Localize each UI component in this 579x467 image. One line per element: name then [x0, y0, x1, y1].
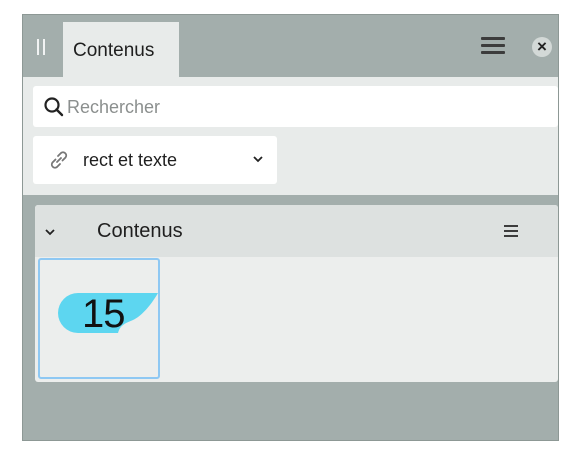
- tab-contenus[interactable]: Contenus: [63, 22, 179, 78]
- search-input[interactable]: Rechercher: [33, 86, 558, 127]
- link-icon: [50, 151, 68, 169]
- close-icon[interactable]: ×: [532, 37, 552, 57]
- contents-panel: Contenus × Rechercher rect et texte Cont…: [22, 14, 559, 441]
- section-header[interactable]: Contenus: [35, 205, 558, 257]
- section-title: Contenus: [97, 220, 183, 242]
- panel-controls: Rechercher rect et texte: [23, 77, 558, 195]
- list-menu-icon[interactable]: [504, 225, 518, 237]
- menu-icon[interactable]: [481, 37, 505, 55]
- select-value: rect et texte: [83, 150, 178, 170]
- panel-titlebar: Contenus ×: [23, 15, 558, 78]
- content-filter-select[interactable]: rect et texte: [33, 136, 277, 184]
- tab-label: Contenus: [73, 40, 155, 61]
- grip-icon[interactable]: [37, 39, 45, 55]
- contents-section: Contenus 15: [35, 205, 558, 382]
- content-thumbnail[interactable]: 15: [38, 258, 160, 379]
- collapse-chevron-icon[interactable]: [44, 227, 56, 237]
- search-icon: [44, 97, 64, 117]
- search-placeholder: Rechercher: [67, 97, 161, 117]
- chevron-down-icon: [253, 156, 263, 163]
- thumbnail-label: 15: [82, 292, 125, 336]
